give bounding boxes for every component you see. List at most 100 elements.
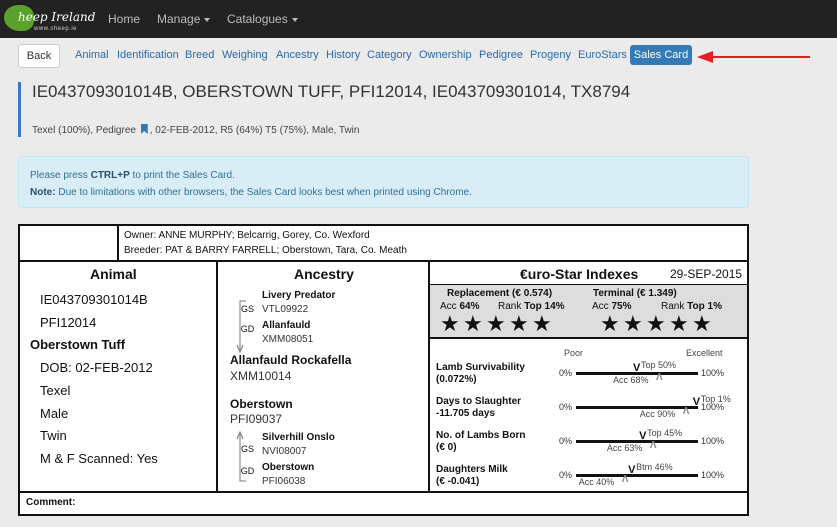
trait-rank: Top 45% (647, 428, 683, 438)
trait-rank: Btm 46% (636, 462, 673, 472)
accuracy-marker-icon: Λ (655, 372, 663, 383)
terminal-star-icon: ★ (692, 311, 712, 336)
gs1-id: VTL09922 (262, 304, 309, 315)
ancestry-heading: Ancestry (294, 266, 354, 282)
replacement-star-icon: ★ (440, 311, 460, 336)
terminal-star-icon: ★ (669, 311, 689, 336)
scale-max: 100% (701, 470, 725, 480)
print-pre: Please press (30, 170, 91, 181)
owner-text: Owner: ANNE MURPHY; Belcarrig, Gorey, Co… (124, 230, 370, 241)
animal-id2: PFI12014 (40, 315, 97, 330)
breeder-text: Breeder: PAT & BARRY FARRELL; Oberstown,… (124, 245, 407, 256)
trait-value: -11.705 days (436, 408, 495, 419)
scale-excellent: Excellent (686, 348, 723, 358)
gs1-tag: GS (240, 304, 254, 314)
dam-name: Oberstown (230, 397, 293, 411)
gd1-id: XMM08051 (262, 334, 314, 345)
gd2-id: PFI06038 (262, 476, 306, 487)
red-arrow-shaft (712, 56, 810, 58)
tab-pedigree[interactable]: Pedigree (479, 49, 523, 61)
tab-progeny[interactable]: Progeny (530, 49, 571, 61)
sales-card: Owner: ANNE MURPHY; Belcarrig, Gorey, Co… (18, 224, 749, 516)
nav-manage-label: Manage (157, 12, 201, 26)
eurostar-heading: €uro-Star Indexes (520, 266, 639, 282)
nav-catalogues[interactable]: Catalogues (227, 12, 298, 26)
tab-animal[interactable]: Animal (75, 49, 109, 61)
scale-max: 100% (701, 436, 725, 446)
browser-note: Note: Due to limitations with other brow… (30, 184, 737, 201)
tab-sales-card[interactable]: Sales Card (630, 45, 692, 65)
tab-identification[interactable]: Identification (117, 49, 179, 61)
note-text: Due to limitations with other browsers, … (55, 187, 472, 198)
gs2-id: NVI08007 (262, 446, 307, 457)
trait-accuracy: Acc 40% (578, 477, 615, 487)
dam-pedigree-bracket (236, 430, 246, 482)
scale-min: 0% (559, 368, 573, 378)
gd2-tag: GD (240, 466, 255, 476)
owner-divider (117, 226, 119, 260)
dam-id: PFI09037 (230, 412, 283, 426)
gs2-tag: GS (240, 444, 254, 454)
trait-label: Lamb Survivability (436, 362, 525, 373)
nav-home[interactable]: Home (108, 12, 140, 26)
stars-divider (430, 337, 747, 339)
sire-id: XMM10014 (230, 369, 292, 383)
comment-label: Comment: (26, 497, 76, 508)
gd2-name: Oberstown (262, 462, 315, 473)
gd1-tag: GD (240, 324, 255, 334)
print-info-alert: Please press CTRL+P to print the Sales C… (18, 156, 749, 208)
summary-breed: Texel (100%), Pedigree (32, 125, 136, 136)
animal-dob: DOB: 02-FEB-2012 (40, 360, 153, 375)
bookmark-icon (140, 124, 148, 134)
animal-name: Oberstown Tuff (30, 337, 126, 352)
rank-marker-icon: V (633, 362, 641, 374)
scale-max: 100% (701, 368, 725, 378)
terminal-star-icon: ★ (600, 311, 620, 336)
tab-history[interactable]: History (326, 49, 360, 61)
trait-accuracy: Acc 63% (606, 443, 643, 453)
tab-ownership[interactable]: Ownership (419, 49, 472, 61)
back-button[interactable]: Back (18, 44, 60, 68)
scale-poor: Poor (564, 348, 584, 358)
caret-down-icon (204, 17, 211, 22)
replacement-star-icon: ★ (509, 311, 529, 336)
title-accent-bar (18, 82, 21, 137)
gd1-name: Allanfauld (262, 320, 311, 331)
tab-category[interactable]: Category (367, 49, 412, 61)
tab-ancestry[interactable]: Ancestry (276, 49, 319, 61)
trait-value: (0.072%) (436, 374, 477, 385)
red-arrow-icon (697, 51, 713, 63)
logo-text: heep Ireland (18, 10, 96, 24)
top-navbar: heep Ireland www.sheep.ie Home Manage Ca… (0, 0, 837, 38)
animal-id1: IE043709301014B (40, 292, 148, 307)
tab-eurostars[interactable]: EuroStars (578, 49, 627, 61)
nav-manage[interactable]: Manage (157, 12, 211, 26)
accuracy-marker-icon: Λ (682, 406, 690, 417)
animal-col-divider (216, 261, 218, 492)
animal-scanned: M & F Scanned: Yes (40, 451, 158, 466)
scale-min: 0% (559, 470, 573, 480)
terminal-star-icon: ★ (623, 311, 643, 336)
summary-details: , 02-FEB-2012, R5 (64%) T5 (75%), Male, … (149, 125, 360, 136)
trait-value: (€ -0.041) (436, 476, 480, 487)
tab-weighing[interactable]: Weighing (222, 49, 268, 61)
accuracy-marker-icon: Λ (649, 440, 657, 451)
replacement-star-icon: ★ (486, 311, 506, 336)
comment-row-divider (20, 491, 747, 493)
animal-breed: Texel (40, 383, 71, 398)
owner-row-divider (20, 260, 747, 262)
animal-sex: Male (40, 406, 69, 421)
print-instruction: Please press CTRL+P to print the Sales C… (30, 167, 737, 184)
trait-rank: Top 1% (700, 394, 731, 404)
tab-breed[interactable]: Breed (185, 49, 214, 61)
trait-accuracy: Acc 68% (612, 375, 649, 385)
rank-marker-icon: V (628, 464, 636, 476)
animal-summary: Texel (100%), Pedigree , 02-FEB-2012, R5… (32, 124, 359, 136)
scale-min: 0% (559, 436, 573, 446)
terminal-star-icon: ★ (646, 311, 666, 336)
replacement-label: Replacement (€ 0.574) (447, 288, 553, 299)
sheep-ireland-logo[interactable]: heep Ireland www.sheep.ie (4, 3, 96, 35)
gs2-name: Silverhill Onslo (262, 432, 335, 443)
trait-accuracy: Acc 90% (639, 409, 676, 419)
caret-down-icon (291, 17, 298, 22)
